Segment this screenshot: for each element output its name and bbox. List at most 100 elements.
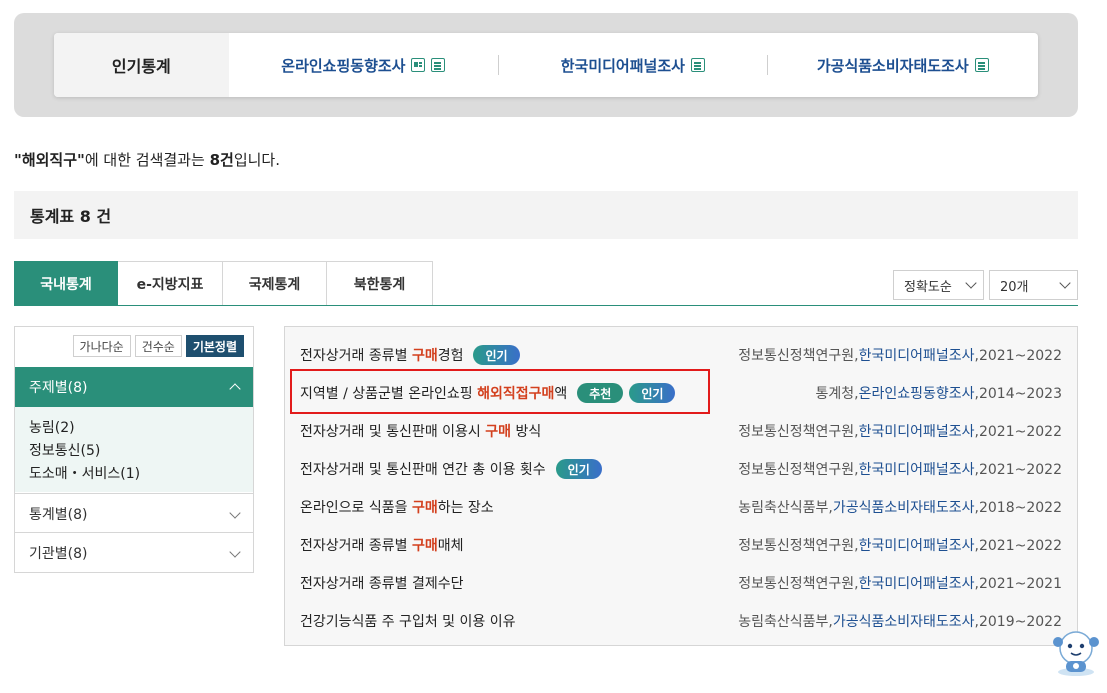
filter-group-statistics[interactable]: 통계별(8)	[15, 493, 253, 533]
tab-north-korea[interactable]: 북한통계	[327, 261, 433, 306]
filter-group-agency[interactable]: 기관별(8)	[15, 532, 253, 572]
sort-count-button[interactable]: 건수순	[134, 335, 182, 357]
page-size-select[interactable]: 20개	[989, 270, 1078, 300]
filter-sort-buttons: 가나다순 건수순 기본정렬	[72, 335, 244, 357]
title-highlight: 구매	[411, 348, 438, 364]
period: ,2021~2022	[974, 348, 1062, 364]
result-meta: 통계청,온라인쇼핑동향조사,2014~2023	[816, 383, 1062, 403]
doc-icon[interactable]	[690, 58, 705, 72]
survey-link[interactable]: 한국미디어패널조사	[859, 538, 975, 554]
period: ,2019~2022	[974, 614, 1062, 630]
period: ,2021~2022	[974, 462, 1062, 478]
popular-badge: 인기	[629, 383, 676, 403]
doc-icon[interactable]	[431, 58, 446, 72]
result-title[interactable]: 건강기능식품 주 구입처 및 이용 이유	[300, 611, 515, 631]
org-name: 통계청,	[815, 386, 859, 402]
result-meta: 농림축산식품부,가공식품소비자태도조사,2019~2022	[738, 611, 1062, 631]
tab-underline	[14, 305, 1078, 306]
org-name: 정보통신정책연구원,	[738, 348, 859, 364]
popular-link-label: 온라인쇼핑동향조사	[281, 56, 406, 75]
popular-stats-panel: 인기통계 온라인쇼핑동향조사 한국미디어패널조사 가공식품소비자태도조사	[14, 13, 1078, 117]
filter-group-label: 주제별(8)	[29, 380, 88, 396]
title-text: 방식	[511, 424, 542, 440]
mascot-icon[interactable]	[1050, 628, 1102, 678]
title-highlight: 해외직접구매	[477, 386, 555, 402]
survey-link[interactable]: 한국미디어패널조사	[859, 348, 975, 364]
result-meta: 농림축산식품부,가공식품소비자태도조사,2018~2022	[738, 497, 1062, 517]
filter-panel: 가나다순 건수순 기본정렬 주제별(8) 농림(2) 정보통신(5) 도소매・서…	[14, 326, 254, 573]
result-text: 에 대한 검색결과는	[84, 151, 210, 169]
result-title[interactable]: 전자상거래 종류별 결제수단	[300, 573, 463, 593]
title-text: 건강기능식품 주 구입처 및 이용 이유	[300, 614, 516, 630]
period: ,2018~2022	[974, 500, 1062, 516]
title-text: 전자상거래 종류별	[300, 348, 412, 364]
popular-link-label: 가공식품소비자태도조사	[816, 56, 969, 75]
result-count: 8건	[209, 151, 234, 169]
table-row: 전자상거래 및 통신판매 이용시 구매 방식 정보통신정책연구원,한국미디어패널…	[285, 412, 1077, 450]
org-name: 농림축산식품부,	[738, 500, 833, 516]
result-title[interactable]: 전자상거래 및 통신판매 이용시 구매 방식	[300, 421, 541, 441]
result-title[interactable]: 전자상거래 및 통신판매 연간 총 이용 횟수 인기	[300, 459, 602, 479]
title-text: 전자상거래 종류별	[300, 538, 412, 554]
result-title[interactable]: 전자상거래 종류별 구매매체	[300, 535, 463, 555]
popular-link-processed-food[interactable]: 가공식품소비자태도조사	[768, 55, 1038, 76]
filter-item-agriculture[interactable]: 농림(2)	[29, 415, 253, 438]
result-meta: 정보통신정책연구원,한국미디어패널조사,2021~2021	[738, 573, 1062, 593]
chevron-up-icon	[229, 383, 241, 395]
sort-alphabetical-button[interactable]: 가나다순	[72, 335, 131, 357]
search-query: "해외직구"	[14, 151, 85, 169]
survey-link[interactable]: 가공식품소비자태도조사	[833, 614, 975, 630]
title-text: 지역별 / 상품군별 온라인쇼핑	[300, 386, 478, 402]
result-title[interactable]: 전자상거래 종류별 구매경험 인기	[300, 345, 520, 365]
table-row: 지역별 / 상품군별 온라인쇼핑 해외직접구매액 추천 인기 통계청,온라인쇼핑…	[285, 374, 1077, 412]
filter-item-retail-service[interactable]: 도소매・서비스(1)	[29, 461, 253, 484]
filter-group-subject[interactable]: 주제별(8)	[15, 367, 253, 407]
org-name: 정보통신정책연구원,	[738, 462, 859, 478]
period: ,2021~2022	[974, 424, 1062, 440]
title-highlight: 구매	[485, 424, 512, 440]
popular-badge: 인기	[473, 345, 520, 365]
table-row: 전자상거래 종류별 결제수단 정보통신정책연구원,한국미디어패널조사,2021~…	[285, 564, 1077, 602]
title-text: 전자상거래 및 통신판매 연간 총 이용 횟수	[300, 462, 546, 478]
result-meta: 정보통신정책연구원,한국미디어패널조사,2021~2022	[738, 459, 1062, 479]
popular-link-online-shopping[interactable]: 온라인쇼핑동향조사	[229, 55, 498, 76]
sort-default-button[interactable]: 기본정렬	[185, 335, 244, 357]
popular-badge: 인기	[555, 459, 602, 479]
filter-group-label: 통계별(8)	[29, 506, 88, 523]
result-title[interactable]: 온라인으로 식품을 구매하는 장소	[300, 497, 494, 517]
tab-e-regional[interactable]: e-지방지표	[118, 261, 223, 306]
search-result-summary: "해외직구"에 대한 검색결과는 8건입니다.	[14, 149, 280, 170]
card-icon[interactable]	[411, 58, 426, 72]
survey-link[interactable]: 온라인쇼핑동향조사	[859, 386, 975, 402]
title-highlight: 구매	[411, 500, 438, 516]
result-meta: 정보통신정책연구원,한국미디어패널조사,2021~2022	[738, 535, 1062, 555]
survey-link[interactable]: 한국미디어패널조사	[859, 462, 975, 478]
tab-domestic[interactable]: 국내통계	[14, 261, 118, 306]
title-text: 액	[554, 386, 568, 402]
filter-subject-list: 농림(2) 정보통신(5) 도소매・서비스(1)	[15, 407, 253, 492]
survey-link[interactable]: 한국미디어패널조사	[859, 424, 975, 440]
title-highlight: 구매	[411, 538, 438, 554]
title-text: 매체	[437, 538, 464, 554]
title-text: 전자상거래 종류별 결제수단	[300, 576, 464, 592]
chevron-down-icon	[229, 546, 241, 558]
table-row: 전자상거래 및 통신판매 연간 총 이용 횟수 인기 정보통신정책연구원,한국미…	[285, 450, 1077, 488]
survey-link[interactable]: 한국미디어패널조사	[859, 576, 975, 592]
result-title[interactable]: 지역별 / 상품군별 온라인쇼핑 해외직접구매액 추천 인기	[300, 383, 676, 403]
chevron-down-icon	[229, 507, 241, 519]
period: ,2021~2021	[974, 576, 1062, 592]
survey-link[interactable]: 가공식품소비자태도조사	[833, 500, 975, 516]
section-title: 통계표 8 건	[14, 191, 1078, 239]
org-name: 정보통신정책연구원,	[738, 424, 859, 440]
chevron-down-icon	[1059, 277, 1071, 289]
title-text: 하는 장소	[437, 500, 494, 516]
table-row: 전자상거래 종류별 구매경험 인기 정보통신정책연구원,한국미디어패널조사,20…	[285, 336, 1077, 374]
tab-international[interactable]: 국제통계	[223, 261, 327, 306]
sort-order-select[interactable]: 정확도순	[893, 270, 984, 300]
filter-item-ict[interactable]: 정보통신(5)	[29, 438, 253, 461]
period: ,2014~2023	[974, 386, 1062, 402]
table-row: 건강기능식품 주 구입처 및 이용 이유 농림축산식품부,가공식품소비자태도조사…	[285, 602, 1077, 640]
recommended-badge: 추천	[577, 383, 624, 403]
popular-link-media-panel[interactable]: 한국미디어패널조사	[499, 55, 766, 76]
doc-icon[interactable]	[974, 58, 989, 72]
